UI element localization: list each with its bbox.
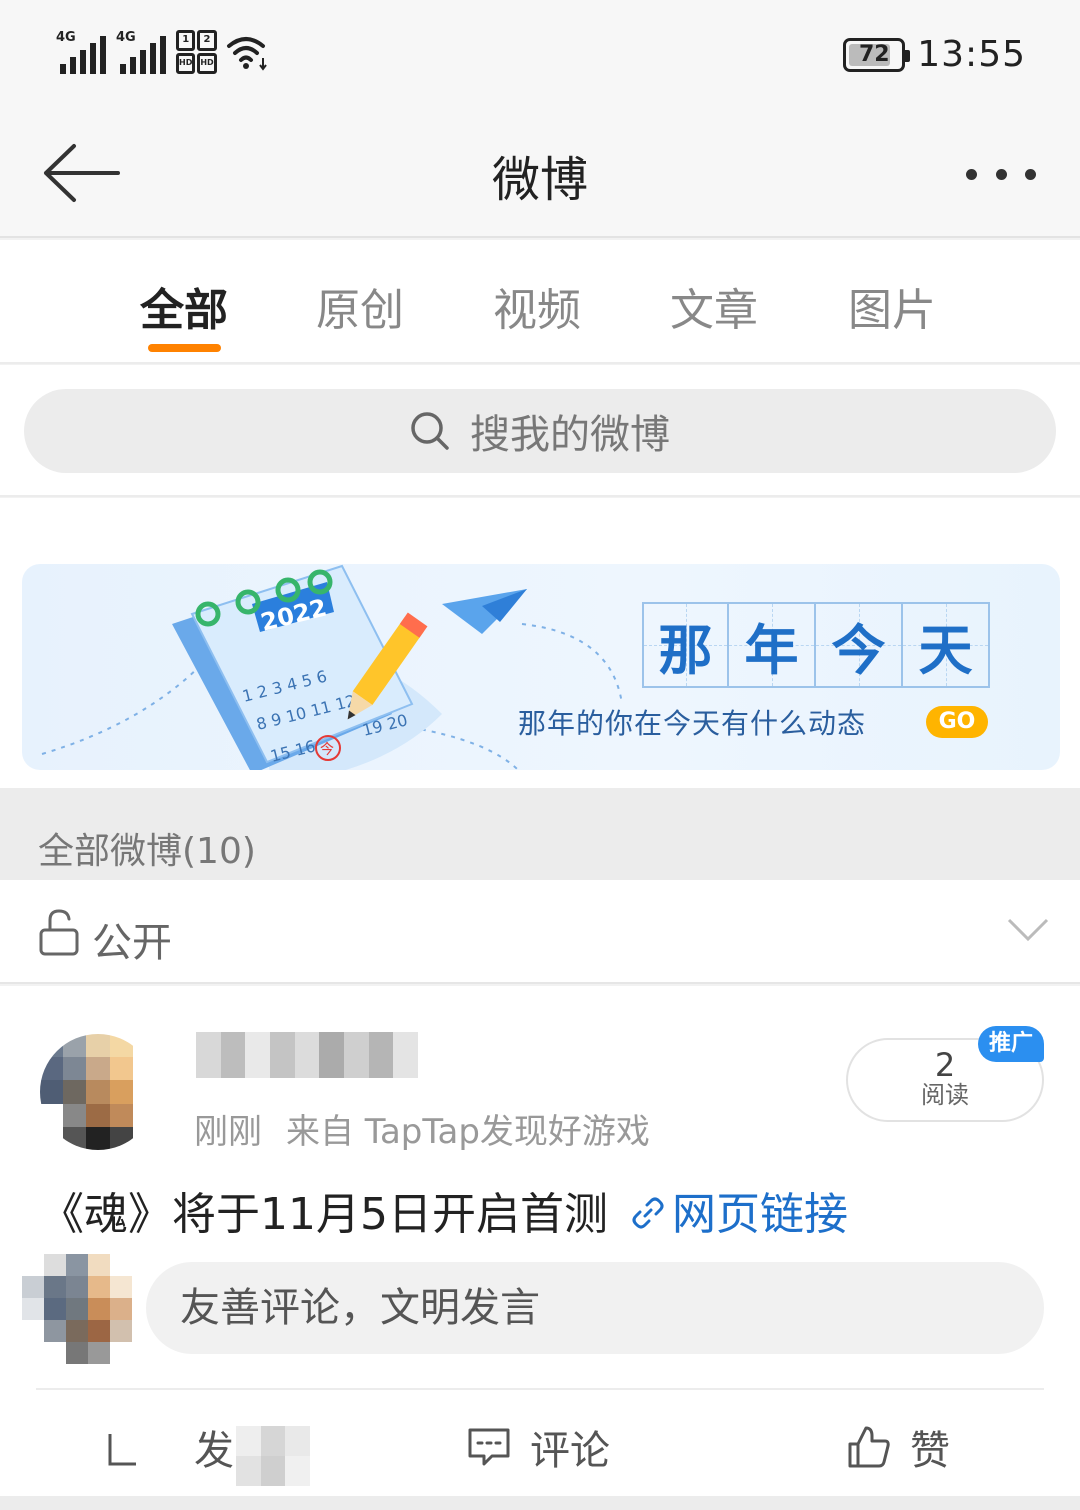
visibility-label: 公开: [92, 920, 172, 966]
commenter-avatar: [22, 1254, 132, 1364]
status-bar-right: 72 13:55: [843, 34, 1026, 75]
status-bar-left: 4G 4G 12 HD HD: [56, 30, 270, 74]
chevron-down-icon: [1007, 918, 1049, 942]
search-area: 搜我的微博: [0, 365, 1080, 497]
banner-title: 那 年 今 天: [642, 602, 990, 688]
tab-article[interactable]: 文章: [670, 274, 758, 338]
post-source[interactable]: 来自 TapTap发现好游戏: [286, 1112, 650, 1152]
comment-icon: [468, 1428, 510, 1466]
calendar-today-mark: 今: [320, 742, 334, 758]
post-card[interactable]: 刚刚 来自 TapTap发现好游戏 2 阅读 推广 《魂》将于11月5日开启首测网…: [0, 986, 1080, 1496]
battery-level: 72: [858, 41, 890, 67]
search-icon: [411, 412, 449, 450]
banner-subtitle: 那年的你在今天有什么动态: [518, 707, 867, 740]
repost-label-redacted: [236, 1426, 310, 1486]
comment-input[interactable]: 友善评论，文明发言: [146, 1262, 1044, 1354]
tab-images[interactable]: 图片: [848, 274, 936, 338]
web-link[interactable]: 网页链接: [608, 1189, 848, 1240]
search-input[interactable]: 搜我的微博: [24, 389, 1056, 473]
avatar[interactable]: [40, 1034, 156, 1150]
post-content: 《魂》将于11月5日开启首测 网页链接: [40, 1178, 848, 1242]
like-label: 赞: [910, 1428, 950, 1474]
bottom-strip: [0, 1496, 1080, 1510]
battery-icon: 72: [843, 37, 911, 72]
repost-button[interactable]: 发: [106, 1418, 310, 1486]
reads-label: 阅读: [921, 1081, 969, 1109]
like-button[interactable]: 赞: [846, 1418, 950, 1476]
link-icon: [632, 1197, 664, 1229]
search-placeholder: 搜我的微博: [470, 412, 670, 458]
active-tab-indicator: [148, 344, 221, 352]
cell-signal-1-icon: 4G: [56, 30, 106, 74]
post-meta: 刚刚 来自 TapTap发现好游戏: [194, 1104, 650, 1153]
thumbs-up-icon: [848, 1426, 890, 1468]
tab-bar: 全部 原创 视频 文章 图片: [0, 240, 1080, 364]
post-actions: 发 评论 赞: [0, 1390, 1080, 1494]
post-text: 《魂》将于11月5日开启首测: [40, 1189, 608, 1240]
clock: 13:55: [917, 34, 1026, 75]
more-dots-icon[interactable]: [966, 160, 1036, 188]
post-time: 刚刚: [194, 1112, 262, 1152]
banner-area: 2022 1 2 3 4 5 6 8 9 10 11 12 15 16 19 2…: [0, 498, 1080, 788]
comment-button[interactable]: 评论: [466, 1418, 610, 1476]
comment-label: 评论: [530, 1428, 610, 1474]
on-this-day-banner[interactable]: 2022 1 2 3 4 5 6 8 9 10 11 12 15 16 19 2…: [22, 564, 1060, 770]
repost-icon: [108, 1434, 136, 1466]
wifi-icon: [227, 37, 267, 71]
hd-call-icon: 12 HD HD: [176, 30, 217, 74]
promote-badge[interactable]: 推广: [978, 1026, 1044, 1062]
section-header: 全部微博(10): [0, 788, 1080, 880]
repost-label: 发: [194, 1428, 234, 1474]
post-count-label: 全部微博(10): [38, 831, 256, 872]
unlock-icon: [39, 909, 79, 956]
title-bar: 微博: [0, 110, 1080, 238]
visibility-filter[interactable]: 公开: [0, 880, 1080, 984]
go-button[interactable]: GO: [926, 706, 988, 738]
page-title: 微博: [491, 152, 588, 208]
tab-all[interactable]: 全部: [140, 274, 228, 338]
status-bar: 4G 4G 12 HD HD 72 13:55: [0, 0, 1080, 110]
cell-signal-2-icon: 4G: [116, 30, 166, 74]
username-redacted[interactable]: [196, 1032, 418, 1078]
tab-original[interactable]: 原创: [316, 274, 404, 338]
web-link-label: 网页链接: [671, 1189, 848, 1240]
tab-video[interactable]: 视频: [493, 274, 581, 338]
